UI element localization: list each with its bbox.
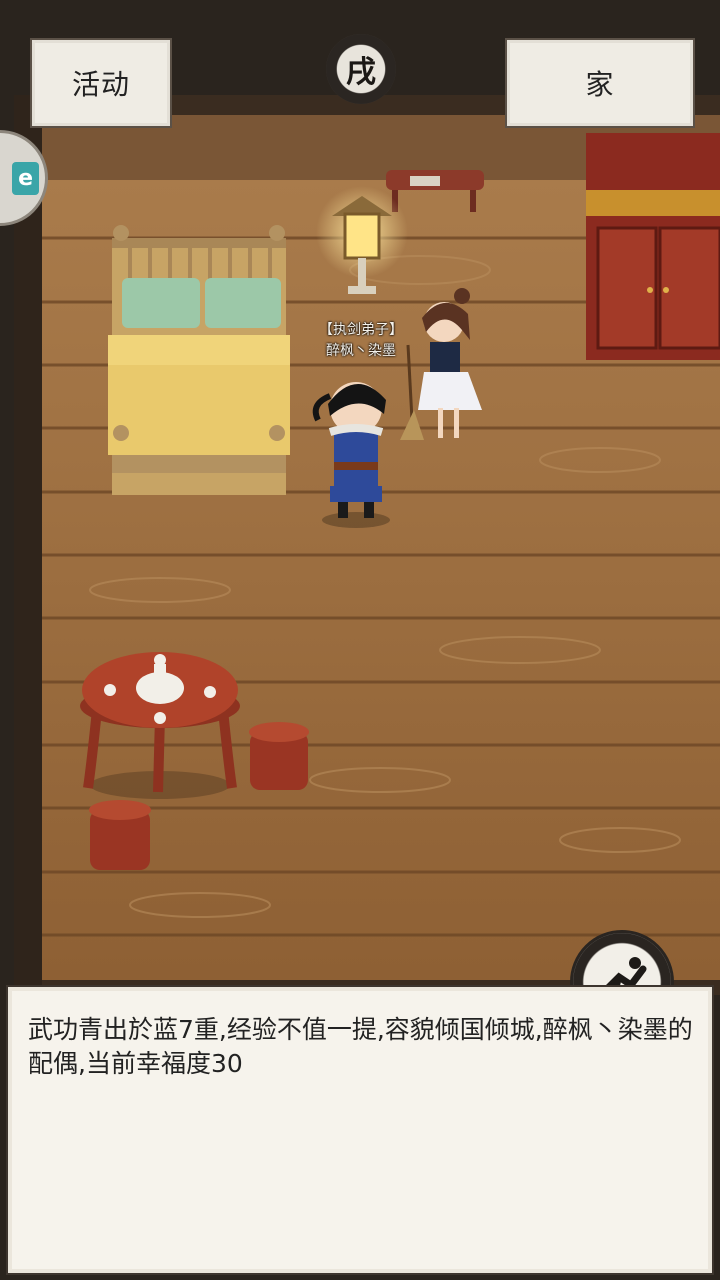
time-glyph: 戌 bbox=[346, 55, 376, 90]
home-button[interactable]: 家 bbox=[505, 38, 695, 128]
side-tab-label: e bbox=[12, 161, 39, 195]
character-title: 【执剑弟子】 bbox=[319, 322, 403, 338]
dialog-box[interactable]: 武功青出於蓝7重,经验不值一提,容貌倾国倾城,醉枫丶染墨的配偶,当前幸福度30 bbox=[6, 985, 714, 1275]
wardrobe[interactable] bbox=[586, 133, 720, 360]
character-name: 醉枫丶染墨 bbox=[326, 343, 396, 359]
character-name-tag: 【执剑弟子】 醉枫丶染墨 bbox=[318, 320, 404, 362]
stool[interactable] bbox=[89, 800, 151, 870]
activity-button[interactable]: 活动 bbox=[30, 38, 172, 128]
dialog-text: 武功青出於蓝7重,经验不值一提,容貌倾国倾城,醉枫丶染墨的配偶,当前幸福度30 bbox=[28, 1015, 693, 1078]
bed[interactable] bbox=[108, 225, 290, 495]
time-seal-icon: 戌 bbox=[326, 34, 396, 104]
stool[interactable] bbox=[249, 722, 309, 790]
